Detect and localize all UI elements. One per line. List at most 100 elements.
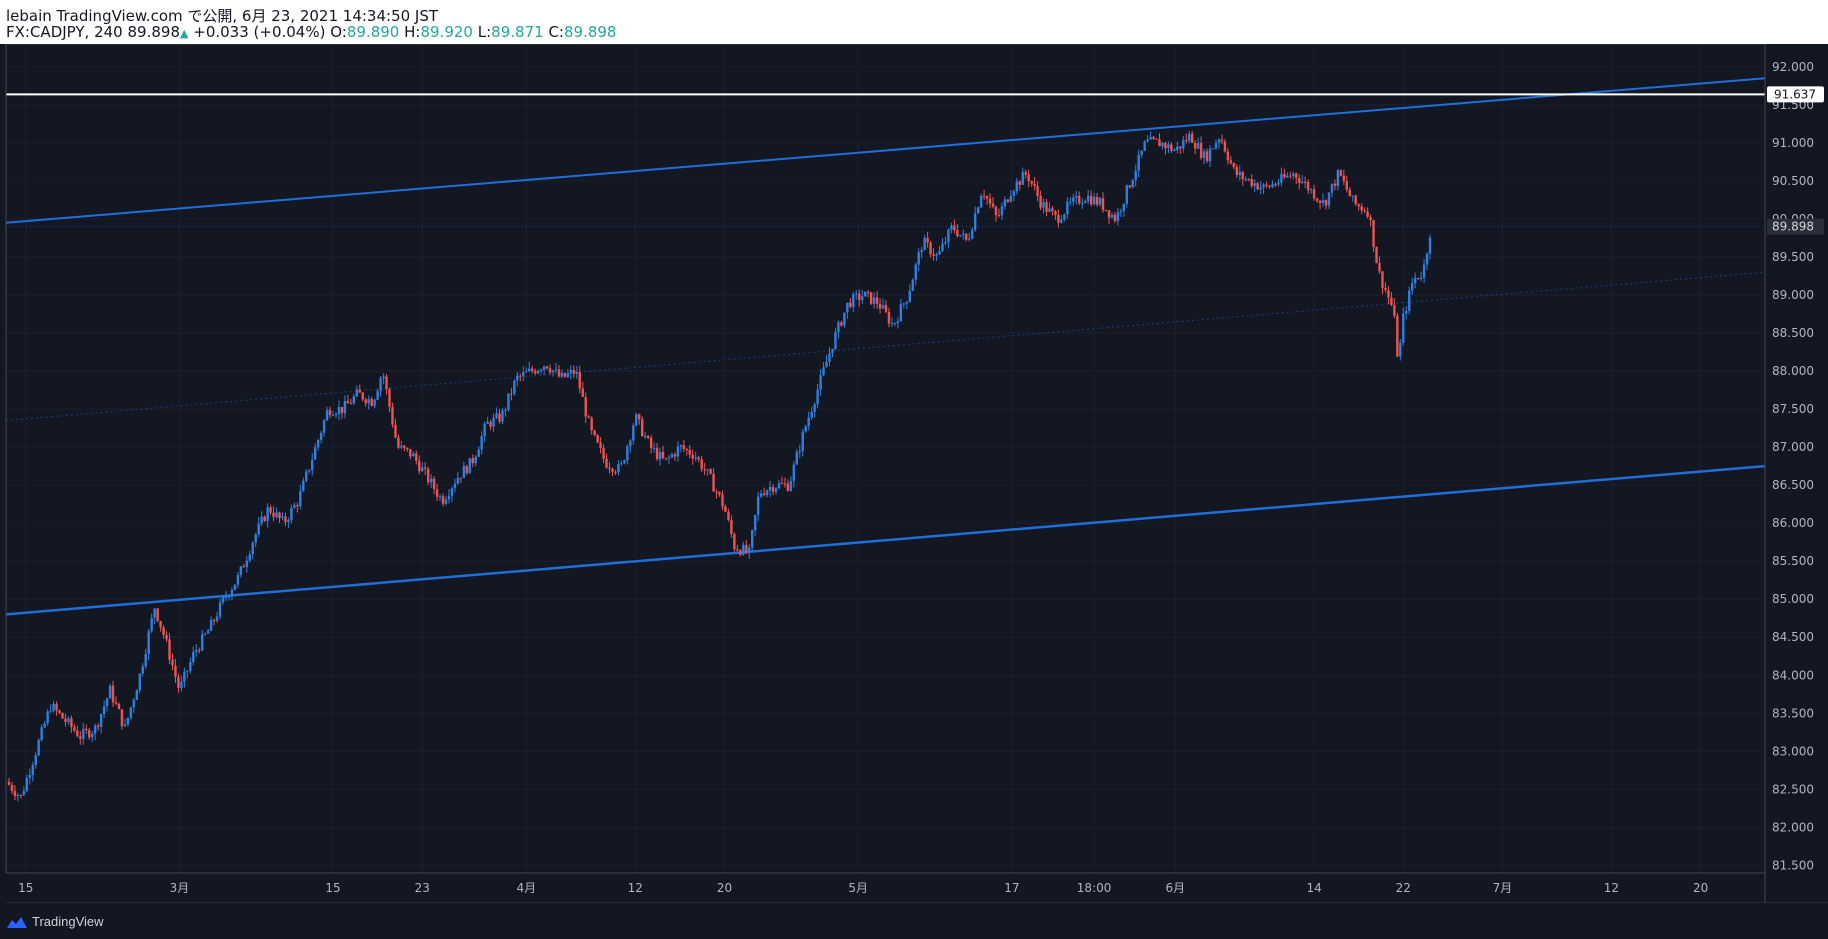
candle-body bbox=[1312, 189, 1316, 199]
candle-body bbox=[132, 699, 136, 708]
candle-body bbox=[545, 366, 549, 369]
candle-body bbox=[566, 373, 570, 377]
candle-body bbox=[902, 303, 906, 305]
candle-body bbox=[1155, 138, 1158, 140]
candle-body bbox=[641, 419, 644, 437]
tradingview-logo[interactable]: TradingView bbox=[6, 914, 104, 929]
time-tick-label: 15 bbox=[325, 881, 340, 895]
candle-body bbox=[548, 368, 552, 373]
candle-body bbox=[251, 542, 254, 555]
candle-body bbox=[1033, 183, 1036, 187]
candle-body bbox=[1063, 214, 1066, 220]
price-tick-label: 81.500 bbox=[1772, 858, 1814, 872]
candle-body bbox=[162, 627, 165, 635]
candle-body bbox=[492, 417, 495, 427]
candle-body bbox=[825, 361, 828, 368]
symbol-label[interactable]: FX:CADJPY, 240 bbox=[6, 23, 123, 41]
candle-body bbox=[510, 393, 513, 395]
candle-body bbox=[88, 730, 91, 738]
candle-body bbox=[1289, 175, 1292, 177]
candle-body bbox=[471, 458, 474, 464]
candle-body bbox=[373, 399, 376, 406]
candle-body bbox=[1089, 195, 1093, 205]
candle-body bbox=[727, 511, 730, 520]
time-tick-label: 23 bbox=[415, 881, 430, 895]
price-chart[interactable]: 81.500 82.000 82.500 83.000 83.500 84.000 84.5… bbox=[0, 0, 1828, 939]
candle-body bbox=[608, 467, 611, 469]
candle-body bbox=[599, 442, 602, 448]
candle-body bbox=[16, 794, 20, 796]
candle-body bbox=[602, 447, 605, 459]
candle-body bbox=[706, 469, 709, 471]
candle-body bbox=[1306, 182, 1310, 191]
candle-body bbox=[1274, 184, 1277, 186]
candle-body bbox=[795, 452, 799, 465]
candle-body bbox=[1095, 196, 1099, 205]
candle-body bbox=[878, 303, 882, 309]
candle-body bbox=[917, 252, 920, 265]
candle-body bbox=[501, 410, 504, 422]
candle-body bbox=[614, 471, 617, 473]
price-tick-label: 82.000 bbox=[1772, 820, 1814, 834]
candle-body bbox=[120, 709, 124, 726]
candle-body bbox=[1027, 174, 1030, 182]
candle-body bbox=[786, 483, 790, 491]
candle-body bbox=[135, 690, 139, 700]
time-tick-label: 15 bbox=[18, 881, 33, 895]
candle-body bbox=[768, 486, 772, 491]
candle-body bbox=[973, 213, 977, 230]
candle-body bbox=[415, 453, 418, 461]
candle-body bbox=[144, 653, 147, 667]
candle-body bbox=[950, 225, 953, 230]
candle-body bbox=[1152, 137, 1155, 139]
candle-body bbox=[477, 449, 480, 457]
price-tick-label: 91.000 bbox=[1772, 136, 1814, 150]
candle-body bbox=[1009, 195, 1013, 202]
candle-body bbox=[421, 467, 424, 472]
candle-body bbox=[1149, 137, 1152, 140]
candle-body bbox=[1098, 198, 1102, 205]
candle-body bbox=[82, 728, 85, 739]
candle-body bbox=[1387, 290, 1390, 298]
candle-body bbox=[1413, 277, 1417, 284]
candle-body bbox=[1372, 220, 1375, 248]
candle-body bbox=[771, 486, 775, 492]
candle-body bbox=[751, 530, 754, 548]
candle-body bbox=[798, 450, 801, 453]
candle-body bbox=[962, 233, 965, 235]
candle-body bbox=[834, 332, 837, 349]
candle-body bbox=[1396, 315, 1399, 357]
candle-body bbox=[777, 483, 781, 489]
candle-body bbox=[206, 630, 210, 634]
candle-body bbox=[406, 447, 409, 450]
candle-body bbox=[328, 410, 332, 416]
candle-body bbox=[911, 279, 914, 292]
candle-body bbox=[985, 196, 989, 199]
candle-body bbox=[875, 297, 879, 304]
price-tick-label: 90.500 bbox=[1772, 174, 1814, 188]
candle-body bbox=[507, 393, 510, 410]
candle-body bbox=[753, 514, 757, 531]
candle-body bbox=[890, 323, 894, 325]
candle-body bbox=[920, 250, 923, 253]
candle-body bbox=[272, 512, 275, 518]
candle-body bbox=[1185, 140, 1188, 142]
candle-body bbox=[126, 717, 130, 725]
candle-body bbox=[1214, 142, 1218, 149]
candle-body bbox=[997, 215, 1001, 217]
candle-body bbox=[403, 445, 406, 448]
candle-body bbox=[1039, 195, 1042, 208]
price-tick-label: 87.500 bbox=[1772, 402, 1814, 416]
candle-body bbox=[456, 477, 460, 484]
candle-body bbox=[715, 491, 718, 493]
candle-body bbox=[1054, 211, 1057, 215]
candle-body bbox=[429, 478, 433, 483]
candle-body bbox=[899, 304, 903, 322]
candle-body bbox=[1083, 201, 1087, 203]
candle-body bbox=[709, 469, 712, 474]
candle-body bbox=[1042, 202, 1045, 208]
candle-body bbox=[531, 368, 534, 371]
candle-body bbox=[1116, 212, 1120, 222]
candle-body bbox=[150, 617, 153, 632]
candle-body bbox=[28, 775, 31, 778]
